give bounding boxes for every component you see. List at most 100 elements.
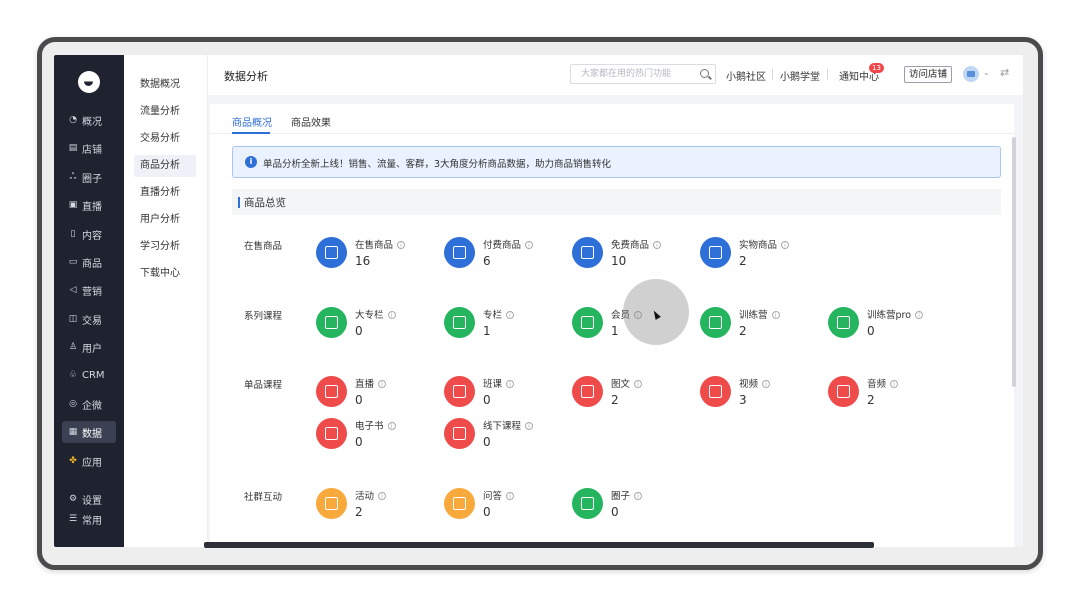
info-icon[interactable]: i [771, 311, 780, 319]
ebook-icon [316, 418, 347, 449]
on-sale-icon [316, 237, 347, 268]
sidebar-item-settings[interactable]: ⚙ 设置 [62, 488, 116, 510]
metric-value: 0 [355, 435, 363, 449]
group-label-on-sale: 在售商品 [244, 241, 283, 252]
free-product-icon [572, 237, 603, 268]
sidebar-item-overview[interactable]: ◔ 概况 [62, 109, 116, 131]
sidebar-item-user[interactable]: ♙ 用户 [62, 336, 116, 358]
metric-video[interactable]: 视频 i 3 [700, 374, 820, 414]
metric-value: 6 [483, 254, 491, 268]
subnav-item-downloads[interactable]: 下载中心 [134, 263, 196, 285]
group-label-community: 社群互动 [244, 492, 283, 503]
divider [827, 69, 828, 80]
sidebar-item-product[interactable]: ▭ 商品 [62, 251, 116, 273]
metric-activity[interactable]: 活动 i 2 [316, 486, 436, 526]
community-link[interactable]: 小鹅社区 [726, 68, 766, 83]
video-icon [700, 376, 731, 407]
trade-icon: ◫ [68, 314, 78, 324]
switch-icon[interactable]: ⇄ [1000, 66, 1009, 79]
info-icon[interactable]: i [781, 241, 790, 249]
tab-product-effect[interactable]: 商品效果 [291, 114, 331, 129]
info-icon[interactable]: i [525, 422, 534, 430]
metric-value: 0 [483, 393, 491, 407]
info-icon[interactable]: i [634, 492, 643, 500]
megaphone-icon: ◁ [69, 285, 77, 295]
tab-product-overview[interactable]: 商品概况 [232, 114, 272, 129]
flag-icon [316, 488, 347, 519]
sidebar-item-wecom[interactable]: ◎ 企微 [62, 393, 116, 415]
qa-icon [444, 488, 475, 519]
metric-column[interactable]: 专栏 i 1 [444, 305, 564, 345]
camp-icon [700, 307, 731, 338]
metric-value: 0 [483, 505, 491, 519]
sidebar-item-content[interactable]: ▯ 内容 [62, 223, 116, 245]
info-icon[interactable]: i [378, 380, 387, 388]
sidebar-item-marketing[interactable]: ◁ 营销 [62, 279, 116, 301]
active-tab-indicator [232, 132, 270, 134]
metric-on-sale[interactable]: 在售商品 i 16 [316, 235, 436, 275]
visit-store-button[interactable]: 访问店铺 [904, 66, 952, 83]
metric-article[interactable]: 图文 i 2 [572, 374, 692, 414]
metric-audio[interactable]: 音频 i 2 [828, 374, 948, 414]
crown-icon [572, 307, 603, 338]
scrollbar[interactable] [1012, 137, 1016, 387]
metric-live[interactable]: 直播 i 0 [316, 374, 436, 414]
metric-value: 0 [355, 324, 363, 338]
metric-circle[interactable]: 圈子 i 0 [572, 486, 692, 526]
info-icon[interactable]: i [762, 380, 771, 388]
metric-physical[interactable]: 实物商品 i 2 [700, 235, 820, 275]
chevron-down-icon[interactable]: ⌄ [983, 68, 990, 77]
academy-link[interactable]: 小鹅学堂 [780, 68, 820, 83]
subnav-item-traffic[interactable]: 流量分析 [134, 101, 196, 123]
metric-ebook[interactable]: 电子书 i 0 [316, 416, 436, 456]
metric-value: 3 [739, 393, 747, 407]
search-input[interactable]: 大家都在用的热门功能 [570, 64, 716, 84]
metric-free[interactable]: 免费商品 i 10 [572, 235, 692, 275]
info-icon[interactable]: i [506, 380, 515, 388]
sidebar-item-trade[interactable]: ◫ 交易 [62, 308, 116, 330]
sidebar-item-common[interactable]: ☰ 常用 [62, 508, 116, 530]
info-icon[interactable]: i [525, 241, 534, 249]
metric-paid[interactable]: 付费商品 i 6 [444, 235, 564, 275]
section-title: 商品总览 [244, 197, 286, 209]
metric-value: 0 [611, 505, 619, 519]
metric-value: 2 [739, 324, 747, 338]
subnav-item-trade[interactable]: 交易分析 [134, 128, 196, 150]
subnav-item-product-analysis[interactable]: 商品分析 [134, 155, 196, 177]
sidebar-item-store[interactable]: ▤ 店铺 [62, 137, 116, 159]
big-column-icon [316, 307, 347, 338]
metric-camp-pro[interactable]: 训练营pro i 0 [828, 305, 948, 345]
subnav-item-live[interactable]: 直播分析 [134, 182, 196, 204]
metric-big-column[interactable]: 大专栏 i 0 [316, 305, 436, 345]
info-icon[interactable]: i [653, 241, 662, 249]
avatar[interactable] [963, 66, 979, 82]
sidebar-item-live[interactable]: ▣ 直播 [62, 194, 116, 216]
info-icon[interactable]: i [397, 241, 406, 249]
sidebar-item-crm[interactable]: ♧ CRM [62, 364, 116, 386]
info-icon[interactable]: i [915, 311, 924, 319]
info-icon[interactable]: i [890, 380, 899, 388]
class-icon [444, 376, 475, 407]
metric-class[interactable]: 班课 i 0 [444, 374, 564, 414]
metric-camp[interactable]: 训练营 i 2 [700, 305, 820, 345]
info-icon[interactable]: i [387, 311, 396, 319]
sidebar-item-circle[interactable]: ஃ 圈子 [62, 166, 116, 188]
metric-value: 1 [611, 324, 619, 338]
group-icon: ஃ [69, 172, 77, 182]
search-placeholder: 大家都在用的热门功能 [581, 69, 672, 79]
info-icon[interactable]: i [387, 422, 396, 430]
subnav-item-learning[interactable]: 学习分析 [134, 236, 196, 258]
info-icon[interactable]: i [506, 492, 515, 500]
sidebar-item-data[interactable]: ▦ 数据 [62, 421, 116, 443]
subnav-item-data-overview[interactable]: 数据概况 [134, 74, 196, 96]
info-icon[interactable]: i [506, 311, 515, 319]
sidebar-item-apps[interactable]: ✤ 应用 [62, 450, 116, 472]
info-icon[interactable]: i [378, 492, 387, 500]
app-logo[interactable] [78, 71, 100, 93]
subnav-item-user[interactable]: 用户分析 [134, 209, 196, 231]
info-icon[interactable]: i [634, 380, 643, 388]
metric-offline-course[interactable]: 线下课程 i 0 [444, 416, 564, 456]
metric-qa[interactable]: 问答 i 0 [444, 486, 564, 526]
search-icon[interactable] [700, 69, 709, 78]
top-bar: 数据分析 大家都在用的热门功能 小鹅社区 小鹅学堂 通知中心 13 访问店铺 ⌄… [208, 55, 1023, 95]
